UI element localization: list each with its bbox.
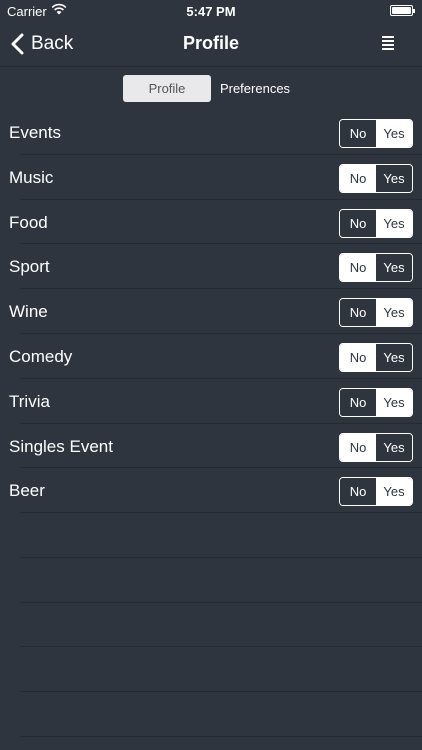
list-item: Music No Yes [0, 155, 422, 200]
list-item: Events No Yes [0, 110, 422, 155]
row-label: Singles Event [9, 436, 113, 456]
yes-option[interactable]: Yes [376, 433, 412, 461]
empty-row [0, 558, 422, 603]
yes-no-toggle: No Yes [339, 387, 413, 417]
list-item: Singles Event No Yes [0, 424, 422, 469]
row-label: Sport [9, 257, 50, 277]
navigation-bar: Back Profile [0, 22, 422, 67]
yes-no-toggle: No Yes [339, 163, 413, 193]
no-option[interactable]: No [340, 433, 376, 461]
yes-no-toggle: No Yes [339, 432, 413, 462]
yes-no-toggle: No Yes [339, 253, 413, 283]
yes-no-toggle: No Yes [339, 119, 413, 148]
row-label: Wine [9, 302, 48, 322]
row-label: Events [9, 123, 61, 142]
page-title: Profile [182, 33, 239, 53]
empty-row [0, 513, 422, 558]
no-option[interactable]: No [340, 120, 376, 147]
tab-preferences[interactable]: Preferences [211, 75, 299, 102]
tab-profile[interactable]: Profile [123, 75, 211, 102]
empty-list-area [0, 513, 422, 737]
yes-option[interactable]: Yes [376, 343, 412, 371]
profile-preferences-tabs: Profile Preferences [123, 75, 299, 102]
preferences-list: Events No Yes Music No Yes Food No Yes S… [0, 110, 422, 513]
yes-option[interactable]: Yes [376, 164, 412, 192]
status-bar: Carrier 5:47 PM [0, 0, 422, 22]
row-label: Beer [9, 481, 45, 501]
yes-option[interactable]: Yes [376, 209, 412, 237]
yes-no-toggle: No Yes [339, 477, 413, 507]
yes-no-toggle: No Yes [339, 298, 413, 328]
empty-row [0, 692, 422, 737]
row-label: Food [9, 212, 48, 232]
no-option[interactable]: No [340, 343, 376, 371]
row-label: Music [9, 167, 54, 187]
battery-icon [390, 5, 415, 16]
list-item: Trivia No Yes [0, 379, 422, 424]
yes-option[interactable]: Yes [376, 120, 412, 147]
no-option[interactable]: No [340, 254, 376, 282]
yes-option[interactable]: Yes [376, 388, 412, 416]
row-label: Trivia [9, 391, 50, 411]
list-item: Comedy No Yes [0, 334, 422, 379]
yes-no-toggle: No Yes [339, 208, 413, 238]
empty-row [0, 647, 422, 692]
empty-row [0, 603, 422, 648]
no-option[interactable]: No [340, 209, 376, 237]
status-time: 5:47 PM [186, 4, 236, 19]
yes-option[interactable]: Yes [376, 299, 412, 327]
no-option[interactable]: No [340, 164, 376, 192]
list-item: Wine No Yes [0, 289, 422, 334]
no-option[interactable]: No [340, 299, 376, 327]
yes-option[interactable]: Yes [376, 478, 412, 506]
row-label: Comedy [9, 346, 73, 366]
no-option[interactable]: No [340, 388, 376, 416]
list-item: Food No Yes [0, 200, 422, 245]
yes-option[interactable]: Yes [376, 254, 412, 282]
list-item: Sport No Yes [0, 244, 422, 289]
list-item: Beer No Yes [0, 468, 422, 513]
menu-icon[interactable] [382, 36, 394, 50]
no-option[interactable]: No [340, 478, 376, 506]
yes-no-toggle: No Yes [339, 342, 413, 372]
